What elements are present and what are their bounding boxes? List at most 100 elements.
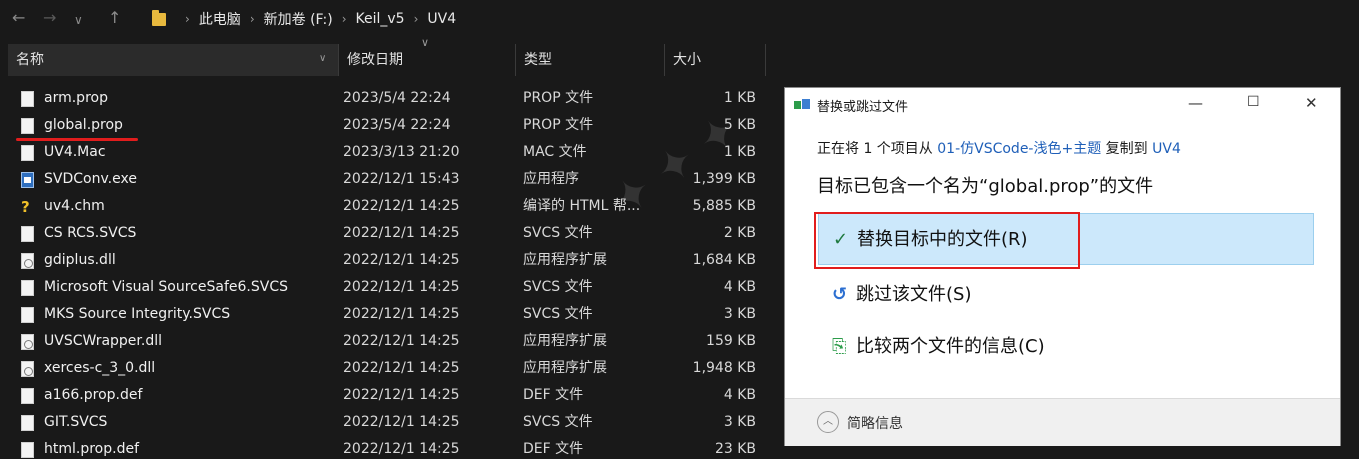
breadcrumb-item[interactable]: Keil_v5 xyxy=(356,11,405,27)
file-icon xyxy=(21,415,34,431)
file-size: 1 KB xyxy=(723,144,756,160)
breadcrumb-item[interactable]: 新加卷 (F:) xyxy=(264,9,333,29)
compare-files-option[interactable]: ⎘ 比较两个文件的信息(C) xyxy=(818,321,1314,373)
file-date: 2022/12/1 14:25 xyxy=(343,279,460,295)
copy-description: 正在将 1 个项目从 01-仿VSCode-浅色+主题 复制到 UV4 xyxy=(817,138,1181,158)
file-type: PROP 文件 xyxy=(523,90,594,106)
up-arrow-icon[interactable]: ↑ xyxy=(108,9,121,27)
file-date: 2023/5/4 22:24 xyxy=(343,117,451,133)
column-header-name[interactable]: 名称 xyxy=(8,44,338,76)
chevron-right-icon: › xyxy=(413,12,419,26)
file-row[interactable]: gdiplus.dll 2022/12/1 14:25 应用程序扩展 1,684 KB xyxy=(0,247,780,274)
file-type: MAC 文件 xyxy=(523,144,587,160)
skip-option-label: 跳过该文件(S) xyxy=(856,284,972,305)
file-type: 应用程序 xyxy=(523,171,579,187)
chevron-down-icon[interactable]: ∨ xyxy=(319,53,326,64)
file-size: 5 KB xyxy=(723,117,756,133)
file-row[interactable]: UV4.Mac 2023/3/13 21:20 MAC 文件 1 KB xyxy=(0,139,780,166)
source-folder-link[interactable]: 01-仿VSCode-浅色+主题 xyxy=(937,141,1101,157)
file-size: 1,684 KB xyxy=(692,252,756,268)
dll-icon xyxy=(21,361,34,377)
file-icon xyxy=(21,307,34,323)
dll-icon xyxy=(21,253,34,269)
file-size: 1,948 KB xyxy=(692,360,756,376)
chevron-up-icon[interactable]: ︿ xyxy=(817,411,839,433)
file-name: a166.prop.def xyxy=(44,387,143,403)
file-type: SVCS 文件 xyxy=(523,414,593,430)
file-date: 2022/12/1 14:25 xyxy=(343,198,460,214)
file-type: SVCS 文件 xyxy=(523,306,593,322)
maximize-icon[interactable]: ☐ xyxy=(1247,94,1260,110)
file-row[interactable]: ? uv4.chm 2022/12/1 14:25 编译的 HTML 帮... 5,88… xyxy=(0,193,780,220)
skip-arrow-icon: ↺ xyxy=(832,284,848,305)
file-size: 2 KB xyxy=(723,225,756,241)
file-icon xyxy=(21,118,34,134)
column-header-size[interactable]: 大小 xyxy=(665,44,765,76)
file-name: uv4.chm xyxy=(44,198,105,214)
file-row[interactable]: xerces-c_3_0.dll 2022/12/1 14:25 应用程序扩展 1,9… xyxy=(0,355,780,382)
column-header-type[interactable]: 类型 xyxy=(516,44,664,76)
file-icon xyxy=(21,280,34,296)
minimize-icon[interactable]: — xyxy=(1188,94,1203,112)
file-name: arm.prop xyxy=(44,90,108,106)
file-type: 编译的 HTML 帮... xyxy=(523,198,641,214)
file-row[interactable]: global.prop 2023/5/4 22:24 PROP 文件 5 KB xyxy=(0,112,780,139)
file-name: global.prop xyxy=(44,117,123,133)
red-underline-annotation xyxy=(16,138,138,141)
column-divider[interactable] xyxy=(765,44,766,76)
file-icon xyxy=(21,226,34,242)
file-row[interactable]: UVSCWrapper.dll 2022/12/1 14:25 应用程序扩展 159 … xyxy=(0,328,780,355)
compare-option-label: 比较两个文件的信息(C) xyxy=(856,336,1045,357)
chevron-right-icon: › xyxy=(185,12,190,26)
file-name: html.prop.def xyxy=(44,441,140,457)
skip-file-option[interactable]: ↺ 跳过该文件(S) xyxy=(818,269,1314,321)
file-row[interactable]: Microsoft Visual SourceSafe6.SVCS 2022/12… xyxy=(0,274,780,301)
dialog-title: 替换或跳过文件 xyxy=(817,100,909,115)
file-size: 3 KB xyxy=(723,306,756,322)
file-icon xyxy=(21,442,34,458)
help-icon: ? xyxy=(21,198,30,216)
file-name: MKS Source Integrity.SVCS xyxy=(44,306,231,322)
copy-middle: 复制到 xyxy=(1105,141,1148,157)
file-date: 2022/12/1 14:25 xyxy=(343,333,460,349)
file-type: SVCS 文件 xyxy=(523,279,593,295)
back-arrow-icon[interactable]: ← xyxy=(12,9,25,27)
file-date: 2022/12/1 14:25 xyxy=(343,306,460,322)
file-row[interactable]: MKS Source Integrity.SVCS 2022/12/1 14:25… xyxy=(0,301,780,328)
file-row[interactable]: a166.prop.def 2022/12/1 14:25 DEF 文件 4 KB xyxy=(0,382,780,409)
recent-dropdown-icon[interactable]: ∨ xyxy=(74,11,83,29)
file-transfer-icon xyxy=(794,99,810,111)
file-row[interactable]: CS RCS.SVCS 2022/12/1 14:25 SVCS 文件 2 KB xyxy=(0,220,780,247)
forward-arrow-icon[interactable]: → xyxy=(43,9,56,27)
file-size: 4 KB xyxy=(723,279,756,295)
file-size: 159 KB xyxy=(706,333,756,349)
file-type: SVCS 文件 xyxy=(523,225,593,241)
folder-icon xyxy=(152,9,166,26)
conflict-heading: 目标已包含一个名为“global.prop”的文件 xyxy=(817,176,1154,197)
file-size: 23 KB xyxy=(714,441,756,457)
file-row[interactable]: html.prop.def 2022/12/1 14:25 DEF 文件 23 KB xyxy=(0,436,780,459)
destination-folder-link[interactable]: UV4 xyxy=(1152,141,1181,157)
file-date: 2022/12/1 14:25 xyxy=(343,225,460,241)
file-date: 2022/12/1 14:25 xyxy=(343,387,460,403)
close-icon[interactable]: ✕ xyxy=(1305,94,1318,112)
file-row[interactable]: SVDConv.exe 2022/12/1 15:43 应用程序 1,399 KB xyxy=(0,166,780,193)
column-header-date[interactable]: 修改日期 xyxy=(339,44,515,76)
dialog-footer: ︿ 简略信息 xyxy=(785,398,1340,446)
file-icon xyxy=(21,91,34,107)
file-row[interactable]: arm.prop 2023/5/4 22:24 PROP 文件 1 KB xyxy=(0,85,780,112)
file-size: 1 KB xyxy=(723,90,756,106)
breadcrumb-item[interactable]: UV4 xyxy=(427,11,456,27)
breadcrumb-item[interactable]: 此电脑 xyxy=(199,9,241,29)
address-bar: ← → ∨ ↑ › 此电脑 › 新加卷 (F:) › Keil_v5 › UV4 xyxy=(0,0,1359,38)
less-info-toggle[interactable]: 简略信息 xyxy=(847,413,903,433)
file-size: 1,399 KB xyxy=(692,171,756,187)
file-type: PROP 文件 xyxy=(523,117,594,133)
red-box-annotation xyxy=(814,212,1080,269)
file-row[interactable]: GIT.SVCS 2022/12/1 14:25 SVCS 文件 3 KB xyxy=(0,409,780,436)
exe-icon xyxy=(21,172,34,188)
file-name: UV4.Mac xyxy=(44,144,106,160)
file-date: 2022/12/1 14:25 xyxy=(343,252,460,268)
file-type: 应用程序扩展 xyxy=(523,360,607,376)
file-date: 2023/3/13 21:20 xyxy=(343,144,460,160)
